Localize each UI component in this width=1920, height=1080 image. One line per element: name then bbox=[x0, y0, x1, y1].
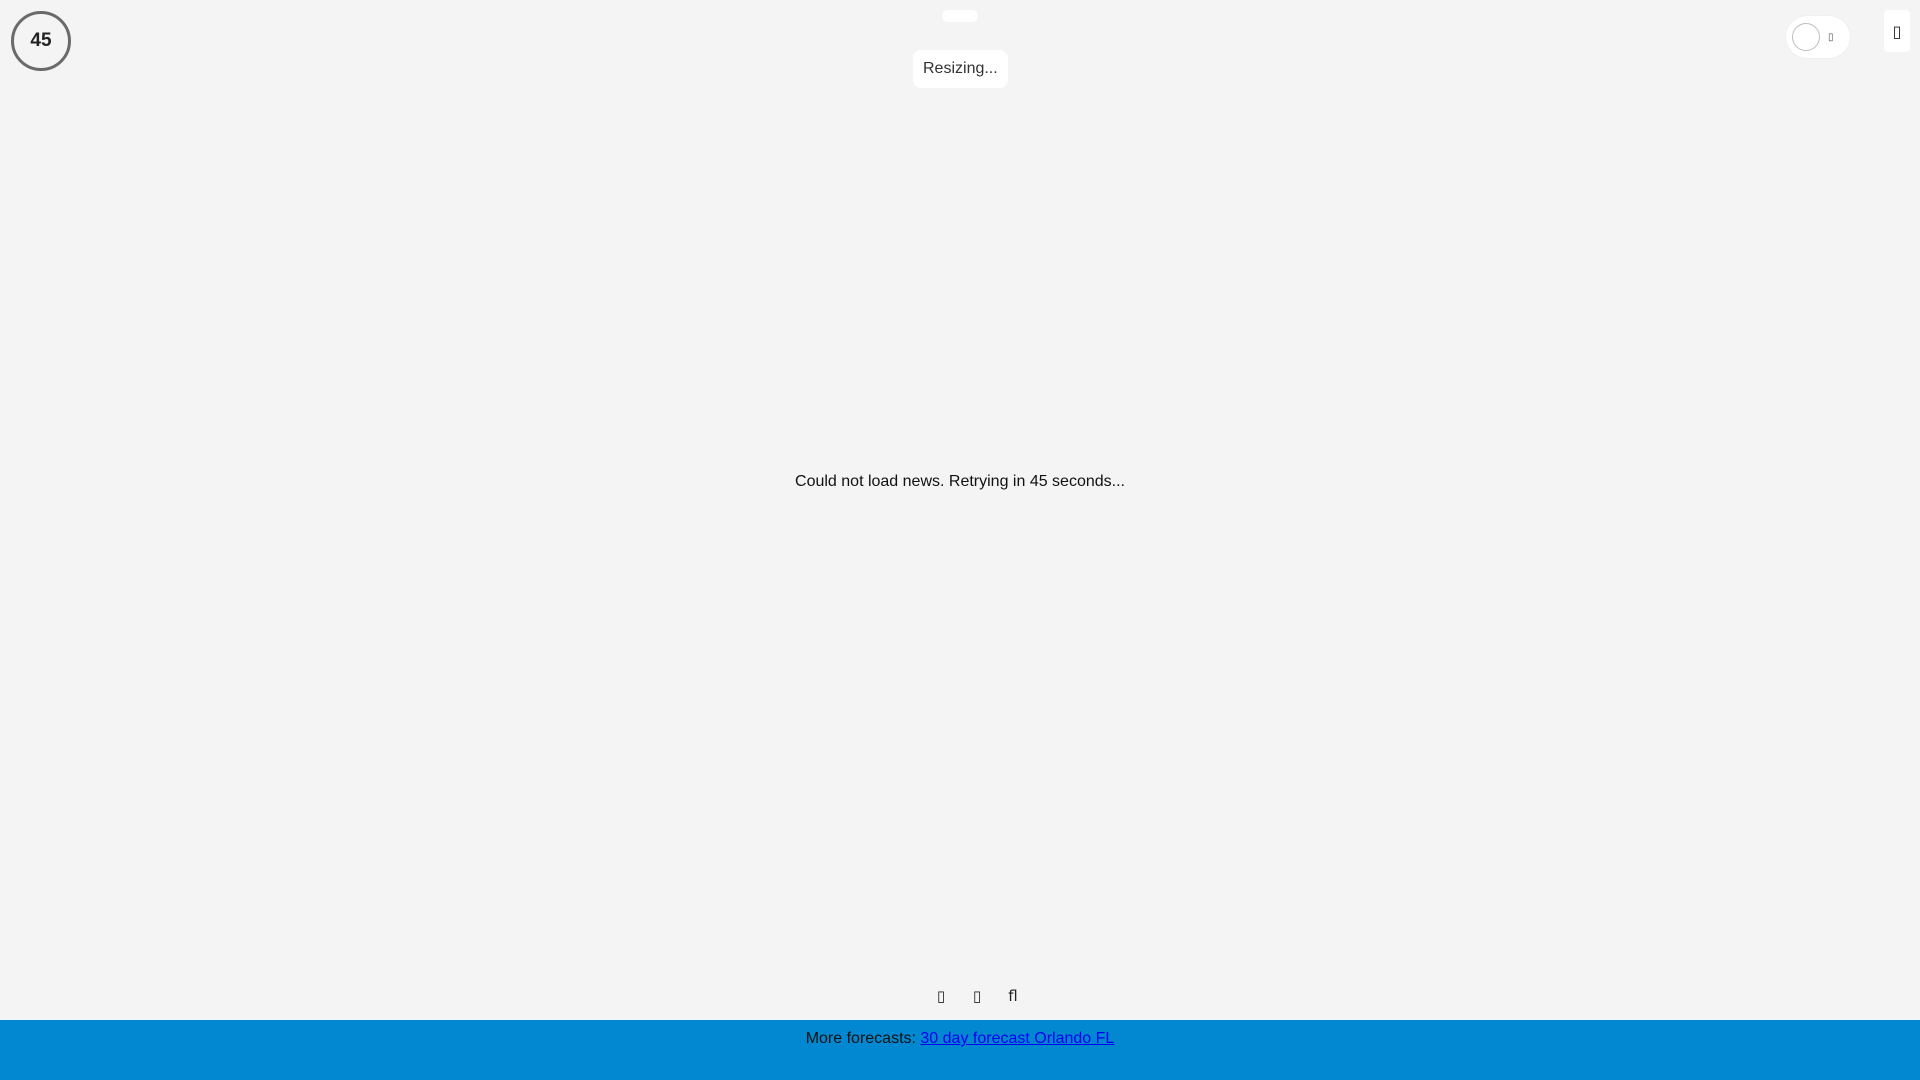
toolbar-button-2-icon[interactable]: ▯ bbox=[969, 986, 985, 1006]
news-error-message: Could not load news. Retrying in 45 seco… bbox=[795, 473, 1125, 490]
menu-button[interactable]: ▯ bbox=[1884, 10, 1910, 52]
theme-toggle[interactable]: ▯ bbox=[1786, 16, 1850, 58]
footer-line: More forecasts: 30 day forecast Orlando … bbox=[0, 1020, 1920, 1048]
forecast-link[interactable]: 30 day forecast Orlando FL bbox=[920, 1030, 1114, 1047]
countdown-value: 45 bbox=[30, 30, 52, 51]
drag-handle[interactable] bbox=[942, 10, 978, 22]
footer-bar: More forecasts: 30 day forecast Orlando … bbox=[0, 1020, 1920, 1080]
bottom-toolbar: ▯ ▯ fl bbox=[0, 972, 1920, 1020]
status-indicator: Resizing... bbox=[913, 50, 1008, 88]
toggle-knob[interactable] bbox=[1792, 23, 1820, 51]
menu-icon: ▯ bbox=[1892, 21, 1902, 41]
moon-icon: ▯ bbox=[1828, 31, 1834, 43]
search-icon[interactable]: fl bbox=[1005, 986, 1021, 1006]
status-text: Resizing... bbox=[923, 60, 998, 77]
refresh-countdown: 45 bbox=[11, 11, 71, 71]
footer-prefix: More forecasts: bbox=[805, 1030, 921, 1047]
weather-page: 45 Resizing... ▯ ▯ Could not load news. … bbox=[0, 0, 1920, 1080]
toolbar-icons: ▯ ▯ fl bbox=[933, 986, 1021, 1006]
toolbar-button-1-icon[interactable]: ▯ bbox=[933, 986, 949, 1006]
